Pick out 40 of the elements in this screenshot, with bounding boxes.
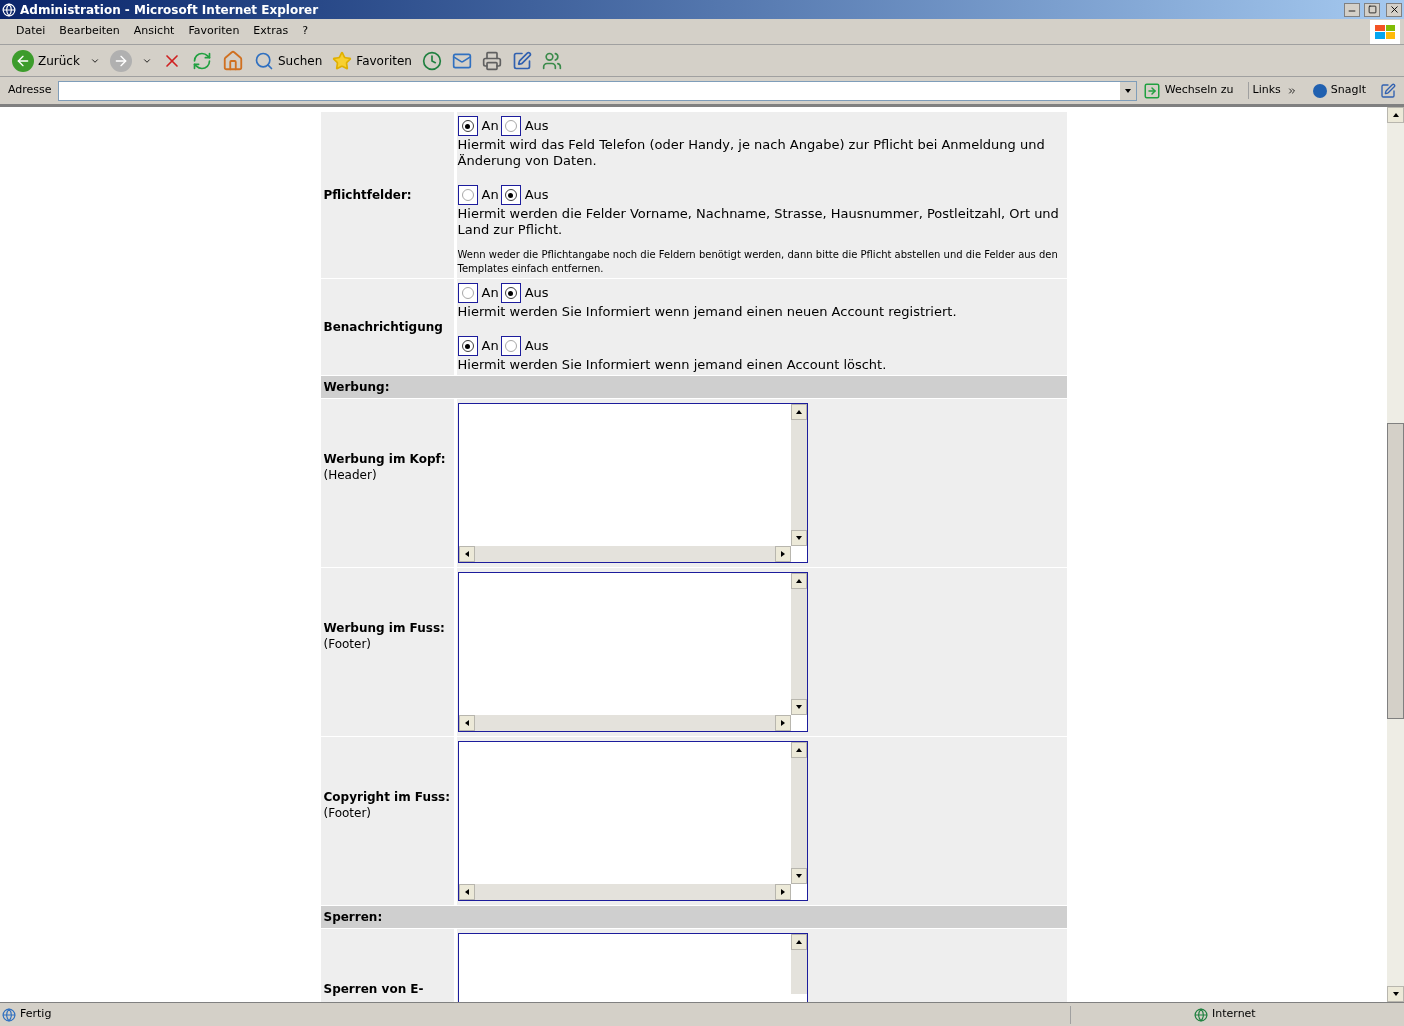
description: Hiermit wird das Feld Telefon (oder Handy, je nach Angabe) zur Pflicht bei Anmeldung und Änderung von Daten. xyxy=(457,137,1046,169)
note: Wenn weder die Pflichtangabe noch die Feldern benötigt werden, dann bitte die Pflicht abstellen und die Felder aus den Templates einfach entfernen. xyxy=(457,248,1059,276)
radio-label: Aus xyxy=(524,337,549,356)
description: Hiermit werden die Felder Vorname, Nachname, Strasse, Hausnummer, Postleitzahl, Ort und Land zur Pflicht. xyxy=(457,206,1060,238)
zone-text: Internet xyxy=(1212,1006,1257,1023)
favorites-button[interactable]: Favoriten xyxy=(332,50,412,71)
links-button[interactable]: Links xyxy=(1247,82,1281,99)
window-title: Administration - Microsoft Internet Explorer xyxy=(20,1,320,19)
radio-label: An xyxy=(481,117,499,136)
field-label: Pflichtfelder: xyxy=(323,187,412,204)
go-button[interactable]: Wechseln zu xyxy=(1142,81,1234,100)
description: Hiermit werden Sie Informiert wenn jemand einen neuen Account registriert. xyxy=(457,304,958,320)
menu-item[interactable]: Extras xyxy=(253,23,289,40)
back-button[interactable]: Zurück xyxy=(12,49,80,72)
radio-label: Aus xyxy=(524,117,549,136)
radio-label: An xyxy=(481,186,499,205)
menu-item[interactable]: Favoriten xyxy=(188,23,240,40)
section-heading: Sperren: xyxy=(320,906,1067,928)
radio-label: Aus xyxy=(524,186,549,205)
address-label: Adresse xyxy=(8,82,52,99)
snagit-button[interactable]: SnagIt xyxy=(1312,82,1366,99)
menu-item[interactable]: Bearbeiten xyxy=(59,23,120,40)
menu-item[interactable]: Ansicht xyxy=(133,23,175,40)
status-text: Fertig xyxy=(20,1006,53,1023)
field-hint: (Header) xyxy=(323,467,378,483)
description: Hiermit werden Sie Informiert wenn jemand einen Account löscht. xyxy=(457,357,888,373)
field-label: Werbung im Kopf: xyxy=(323,451,447,467)
menu-item[interactable]: ? xyxy=(302,23,308,40)
menu-item[interactable]: Datei xyxy=(16,23,46,40)
search-button[interactable]: Suchen xyxy=(253,50,323,71)
radio-label: Aus xyxy=(524,284,549,303)
field-hint: (Footer) xyxy=(323,636,373,652)
field-label: Copyright im Fuss: xyxy=(323,789,451,805)
field-label: Benachrichtigung xyxy=(323,319,443,336)
field-hint: (Footer) xyxy=(323,805,373,821)
section-heading: Werbung: xyxy=(320,376,1067,398)
field-label: Werbung im Fuss: xyxy=(323,620,446,636)
field-label: Sperren von E- xyxy=(323,981,425,997)
radio-label: An xyxy=(481,337,499,356)
radio-label: An xyxy=(481,284,499,303)
